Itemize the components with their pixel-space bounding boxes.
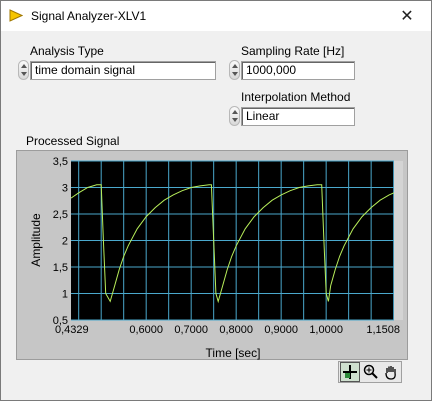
pan-hand-icon bbox=[385, 366, 396, 380]
x-tick-label: 0,4329 bbox=[55, 324, 89, 336]
y-tick-label: 3,5 bbox=[53, 156, 68, 168]
plot-right-bevel bbox=[394, 161, 403, 320]
x-tick-label: 0,9000 bbox=[264, 324, 298, 336]
y-tick-label: 2 bbox=[62, 236, 68, 248]
x-axis-title: Time [sec] bbox=[206, 346, 261, 360]
zoom-icon bbox=[363, 364, 378, 379]
y-tick-label: 1 bbox=[62, 289, 68, 301]
pan-tool-button[interactable] bbox=[381, 362, 401, 382]
x-tick-label: 0,8000 bbox=[219, 324, 253, 336]
x-tick-label: 1,1508 bbox=[366, 324, 400, 336]
y-tick-label: 1,5 bbox=[53, 262, 68, 274]
cursor-tool-button[interactable] bbox=[340, 362, 360, 382]
cursor-crosshair-icon bbox=[342, 365, 357, 379]
waveform-chart[interactable]: 0,511,522,533,5 0,4329 0,6000 0,7000 0,8000… bbox=[0, 0, 432, 401]
y-tick-label: 2,5 bbox=[53, 209, 68, 221]
y-tick-label: 3 bbox=[62, 183, 68, 195]
zoom-tool-button[interactable] bbox=[361, 362, 381, 382]
graph-palette bbox=[338, 361, 402, 383]
x-tick-label: 1,0000 bbox=[309, 324, 343, 336]
y-axis-title: Amplitude bbox=[29, 213, 43, 267]
x-tick-label: 0,7000 bbox=[174, 324, 208, 336]
x-tick-label: 0,6000 bbox=[129, 324, 163, 336]
